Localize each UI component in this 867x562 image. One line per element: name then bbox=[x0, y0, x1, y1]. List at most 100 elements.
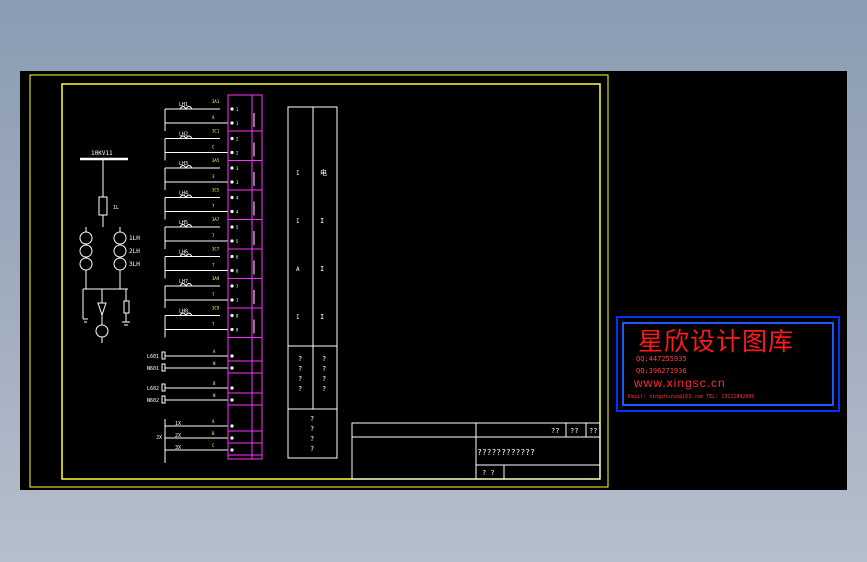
terminal-node bbox=[230, 448, 234, 452]
wire-label: 7 bbox=[212, 233, 215, 238]
brand-qq-1: QQ:447255935 bbox=[636, 355, 687, 363]
relay-label: LH2 bbox=[179, 132, 188, 138]
legend-note: ? bbox=[322, 375, 326, 383]
relay-row: LH2 3C1 C bbox=[164, 129, 234, 161]
outer-frame bbox=[29, 74, 609, 488]
legend-note: ? bbox=[322, 365, 326, 373]
wire-label: 3C1 bbox=[212, 129, 220, 134]
legend-note: ? bbox=[298, 375, 302, 383]
legend-col1-item: I bbox=[296, 170, 300, 177]
terminal-node bbox=[230, 366, 234, 370]
ct-label-1: 1LH bbox=[129, 235, 140, 242]
terminal-node bbox=[230, 398, 234, 402]
terminal-number: 6 bbox=[236, 255, 239, 260]
signal-contact bbox=[161, 383, 166, 392]
wire-label: A bbox=[212, 115, 215, 120]
terminal-number: 8 bbox=[236, 328, 239, 333]
signal-contact bbox=[161, 395, 166, 404]
signal-label: L601 bbox=[147, 354, 159, 360]
relay-circuits: LH1 3A1 A LH2 3C1 C LH3 3A5 3 LH4 3C5 7 LH5 3A7 7 LH6 3C… bbox=[147, 99, 234, 463]
busbar-label: 10KV11 bbox=[91, 150, 113, 157]
signal-row: L601 A bbox=[147, 349, 234, 360]
wire-label: 3A1 bbox=[212, 99, 220, 104]
wire-label: 3A7 bbox=[212, 217, 220, 222]
relay-label: LH8 bbox=[179, 309, 188, 315]
schematic-drawing: 10KV11 1L 1LH 2LH 3LH LH13A1ALH23C1CLH33… bbox=[29, 74, 609, 488]
legend-note: ? bbox=[298, 355, 302, 363]
terminal-node bbox=[230, 209, 234, 214]
wire-label: 7 bbox=[212, 204, 215, 209]
terminal-node bbox=[230, 239, 234, 243]
relay-row: LH3 3A5 3 bbox=[164, 158, 234, 190]
relay-row: LH1 3A1 A bbox=[164, 99, 234, 131]
relay-label: LH7 bbox=[179, 279, 188, 285]
inner-frame bbox=[61, 83, 601, 480]
wire-label: 3 bbox=[212, 174, 215, 179]
legend-note: ? bbox=[310, 425, 314, 433]
drawing-name: ???????????? bbox=[477, 448, 535, 457]
terminal-node bbox=[230, 121, 234, 125]
terminal-node bbox=[230, 254, 234, 259]
wire-label: C bbox=[212, 145, 215, 150]
legend-col1-item: I bbox=[296, 314, 300, 321]
relay-row: LH8 3C9 7 bbox=[164, 306, 234, 338]
terminal-number: 2 bbox=[236, 151, 239, 156]
signal-contact bbox=[161, 351, 166, 360]
primary-circuit bbox=[79, 157, 130, 343]
terminal-node bbox=[230, 225, 234, 229]
terminal-number: 4 bbox=[236, 196, 239, 201]
terminal-node bbox=[230, 268, 234, 273]
legend-col1-item: I bbox=[296, 218, 300, 225]
wire-label: C bbox=[212, 443, 215, 448]
relay-label: LH6 bbox=[179, 250, 188, 256]
brand-qq-2: QQ:396271936 bbox=[636, 367, 687, 375]
title-bottom-cell: ? ? bbox=[482, 469, 495, 477]
terminal-number: 2 bbox=[236, 137, 239, 142]
title-block bbox=[351, 422, 601, 480]
bottom-group-prefix: JX bbox=[156, 435, 162, 441]
legend-table bbox=[287, 106, 338, 459]
bottom-row: 1X A bbox=[165, 419, 234, 428]
terminal-strip: 1 1 2 2 3 3 4 4 5 5 6 6 7 7 8 8 bbox=[227, 94, 263, 460]
transformer-label: 1L bbox=[113, 205, 119, 211]
terminal-node bbox=[230, 180, 234, 184]
terminal-number: 4 bbox=[236, 210, 239, 215]
signal-row: L602 B bbox=[147, 381, 234, 392]
legend-col2-item: I bbox=[320, 313, 324, 321]
legend-note: ? bbox=[310, 445, 314, 453]
wire-label: 3C9 bbox=[212, 306, 220, 311]
bottom-row: 2X B bbox=[165, 431, 234, 440]
signal-label: L602 bbox=[147, 386, 159, 392]
signal-label: N602 bbox=[147, 398, 159, 404]
terminal-strip-outline bbox=[227, 94, 263, 460]
terminal-node bbox=[230, 327, 234, 332]
terminal-node bbox=[230, 195, 234, 200]
wire-label: 3A9 bbox=[212, 276, 220, 281]
terminal-number: 7 bbox=[236, 284, 239, 289]
terminal-number: 6 bbox=[236, 269, 239, 274]
bottom-row: 3X C bbox=[165, 443, 234, 452]
title-cell-b: ?? bbox=[570, 427, 578, 435]
ct-label-2: 2LH bbox=[129, 248, 140, 255]
relay-row: LH5 3A7 7 bbox=[164, 217, 234, 249]
terminal-node bbox=[230, 354, 234, 358]
terminal-node bbox=[230, 424, 234, 428]
legend-note: ? bbox=[310, 415, 314, 423]
wire-label: N bbox=[213, 361, 216, 366]
wire-label: B bbox=[212, 431, 215, 436]
cad-viewport[interactable]: 10KV11 1L 1LH 2LH 3LH LH1 3A1 A LH2 3C1 C LH3 3… bbox=[20, 71, 847, 490]
terminal-number: 5 bbox=[236, 239, 239, 244]
wire-label: 3A5 bbox=[212, 158, 220, 163]
title-cell-a: ?? bbox=[551, 427, 559, 435]
legend-col2-item: I bbox=[320, 217, 324, 225]
relay-row: LH7 3A9 7 bbox=[164, 276, 234, 308]
brand-title: 星欣设计图库 bbox=[638, 327, 795, 356]
legend-note: ? bbox=[322, 355, 326, 363]
terminal-node bbox=[230, 436, 234, 440]
terminal-node bbox=[230, 284, 234, 288]
relay-label: LH1 bbox=[179, 102, 188, 108]
legend-col2-item: I bbox=[320, 265, 324, 273]
wire-label: A bbox=[212, 419, 215, 424]
wire-label: 3C7 bbox=[212, 247, 220, 252]
wire-label: N bbox=[213, 393, 216, 398]
